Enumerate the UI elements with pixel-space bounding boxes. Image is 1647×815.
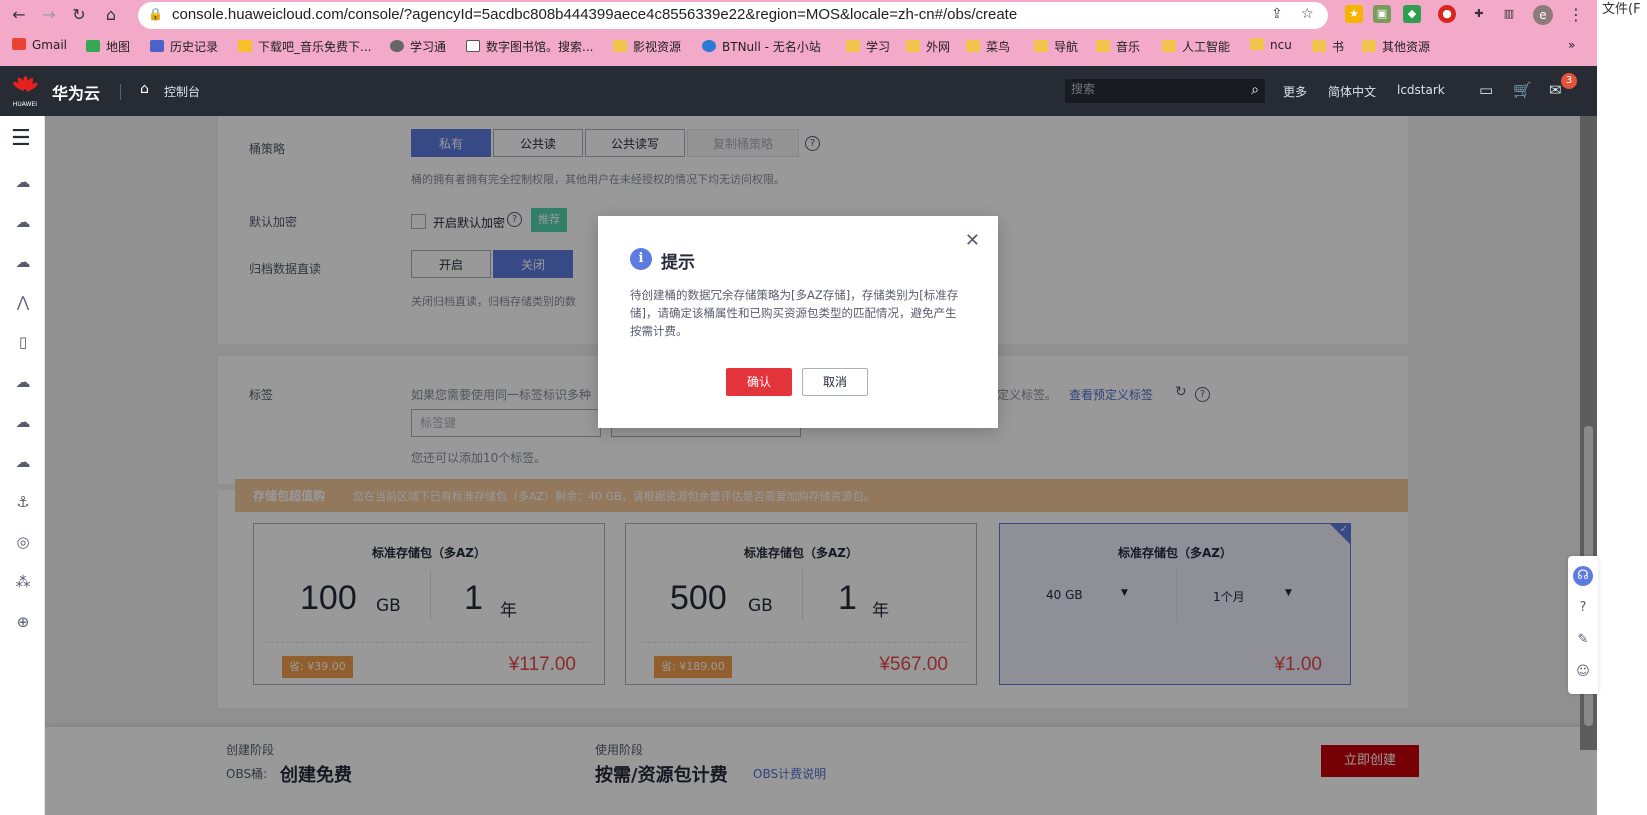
browser-toolbar: ← → ↻ ⌂ 🔒 console.huaweicloud.com/consol… [0, 0, 1597, 30]
bookmark-folder[interactable]: 菜鸟 [966, 38, 1010, 55]
notification-badge: 3 [1561, 73, 1577, 89]
bookmark-item[interactable]: Gmail [12, 38, 67, 52]
cloud-sync-icon[interactable]: ☁ [12, 453, 34, 475]
cloud-icon[interactable]: ☁ [12, 373, 34, 395]
divider [120, 84, 121, 100]
cluster-icon[interactable]: ⁂ [12, 573, 34, 595]
search-input[interactable] [1071, 82, 1231, 96]
reload-icon[interactable]: ↻ [68, 4, 90, 26]
close-icon[interactable]: ✕ [965, 230, 980, 251]
share-icon[interactable]: ⇪ [1271, 6, 1283, 22]
adjacent-window-edge: 文件(F [1597, 0, 1647, 815]
global-search[interactable]: ⌕ [1065, 79, 1265, 103]
more-menu[interactable]: 更多 [1283, 83, 1307, 100]
url-text: console.huaweicloud.com/console/?agencyI… [172, 6, 1018, 23]
star-icon[interactable]: ☆ [1301, 6, 1314, 22]
bookmark-folder[interactable]: 学习 [846, 38, 890, 55]
address-bar[interactable]: 🔒 console.huaweicloud.com/console/?agenc… [138, 2, 1328, 29]
extension-icon[interactable]: ▣ [1373, 5, 1391, 23]
info-icon: i [630, 248, 652, 270]
globe-icon[interactable]: ⊕ [12, 613, 34, 635]
console-top-nav: HUAWEI 华为云 ⌂ 控制台 ⌕ 更多 简体中文 lcdstark ▭ 🛒 … [0, 66, 1597, 116]
floating-help-bar: ☊ ? ✎ ☺ [1568, 556, 1598, 694]
extension-icon[interactable]: ● [1438, 5, 1456, 23]
smile-icon[interactable]: ☺ [1573, 662, 1593, 682]
extension-icon[interactable]: ◆ [1403, 5, 1421, 23]
forward-icon[interactable]: → [38, 4, 60, 26]
mail-icon[interactable]: ✉ [1549, 81, 1562, 99]
bookmark-folder[interactable]: 导航 [1034, 38, 1078, 55]
bookmark-folder[interactable]: 音乐 [1096, 38, 1140, 55]
home-icon[interactable]: ⌂ [100, 4, 122, 26]
console-link[interactable]: 控制台 [164, 83, 200, 100]
profile-avatar[interactable]: e [1533, 5, 1553, 25]
puzzle-icon[interactable]: ✚ [1470, 5, 1488, 23]
customer-service-icon[interactable]: ☊ [1573, 566, 1593, 586]
ip-icon[interactable]: ◎ [12, 533, 34, 555]
confirm-dialog: ✕ i 提示 待创建桶的数据冗余存储策略为[多AZ存储]，存储类别为[标准存储]… [598, 216, 998, 428]
bookmark-folder[interactable]: 外网 [906, 38, 950, 55]
user-menu[interactable]: lcdstark [1397, 83, 1445, 97]
network-icon[interactable]: ⋀ [12, 293, 34, 315]
kebab-menu-icon[interactable]: ⋮ [1565, 4, 1587, 26]
confirm-button[interactable]: 确认 [726, 368, 792, 396]
storage-icon[interactable]: ▯ [12, 333, 34, 355]
hamburger-menu-icon[interactable]: ☰ [11, 126, 31, 151]
back-icon[interactable]: ← [8, 4, 30, 26]
dialog-message: 待创建桶的数据冗余存储策略为[多AZ存储]，存储类别为[标准存储]，请确定该桶属… [630, 288, 959, 338]
bookmark-item[interactable]: 地图 [86, 38, 130, 55]
more-bookmarks-icon[interactable]: » [1568, 38, 1575, 52]
bookmark-item[interactable]: BTNull - 无名小站 [702, 38, 821, 55]
help-icon[interactable]: ? [1573, 598, 1593, 618]
feedback-icon[interactable]: ✎ [1573, 630, 1593, 650]
bookmarks-bar: Gmail 地图 历史记录 下载吧_音乐免费下... 学习通 数字图书馆。搜索.… [0, 36, 1597, 58]
cloud-server-icon[interactable]: ☁ [12, 173, 34, 195]
dialog-title: 提示 [661, 253, 695, 273]
cloud-upload-icon[interactable]: ☁ [12, 413, 34, 435]
bookmark-folder[interactable]: 其他资源 [1362, 38, 1430, 55]
bookmark-item[interactable]: 数字图书馆。搜索... [466, 38, 593, 55]
bookmark-folder[interactable]: ncu [1250, 38, 1292, 52]
sidepanel-icon[interactable]: ▥ [1500, 5, 1518, 23]
language-switch[interactable]: 简体中文 [1328, 83, 1376, 100]
cloud-service-icon[interactable]: ☁ [12, 213, 34, 235]
lock-icon: 🔒 [148, 7, 163, 21]
bookmark-folder[interactable]: 书 [1312, 38, 1344, 55]
huawei-logo[interactable]: HUAWEI [10, 74, 40, 108]
cart-icon[interactable]: 🛒 [1513, 81, 1532, 99]
browser-chrome: ← → ↻ ⌂ 🔒 console.huaweicloud.com/consol… [0, 0, 1597, 66]
service-sidebar: ☰ ☁ ☁ ☁ ⋀ ▯ ☁ ☁ ☁ ⚓ ◎ ⁂ ⊕ [0, 116, 45, 815]
search-icon[interactable]: ⌕ [1251, 82, 1259, 98]
bookmark-item[interactable]: 学习通 [390, 38, 446, 55]
home-icon[interactable]: ⌂ [140, 81, 149, 97]
bookmark-folder[interactable]: 人工智能 [1162, 38, 1230, 55]
brand-name[interactable]: 华为云 [52, 80, 100, 104]
bookmark-item[interactable]: 历史记录 [150, 38, 218, 55]
database-icon[interactable]: ☁ [12, 253, 34, 275]
anchor-icon[interactable]: ⚓ [12, 493, 34, 515]
extension-icon[interactable]: ★ [1345, 5, 1363, 23]
terminal-icon[interactable]: ▭ [1479, 81, 1493, 99]
bookmark-folder[interactable]: 影视资源 [613, 38, 681, 55]
bookmark-item[interactable]: 下载吧_音乐免费下... [238, 38, 371, 55]
cancel-button[interactable]: 取消 [802, 368, 868, 396]
